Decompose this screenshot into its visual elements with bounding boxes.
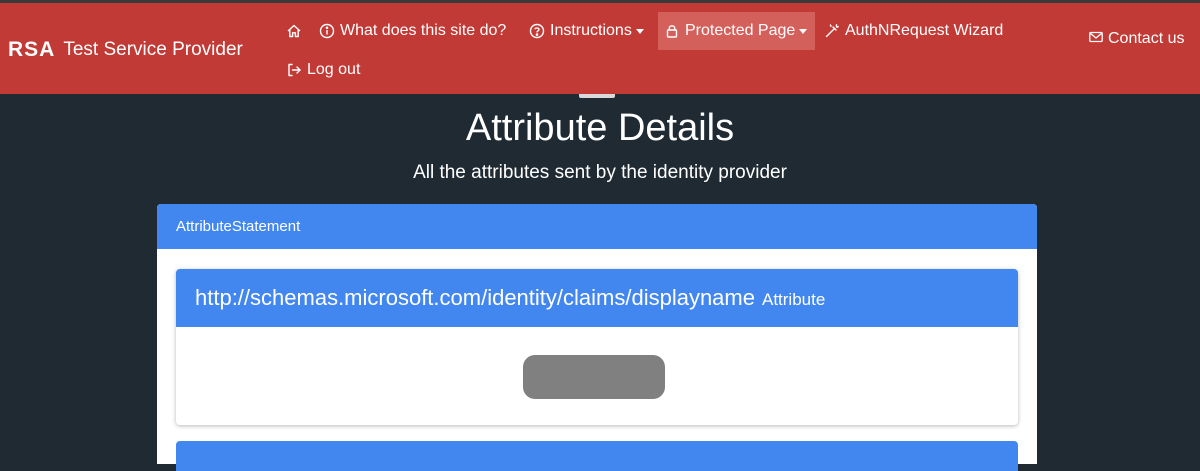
redacted-value <box>523 355 665 399</box>
page-subtitle: All the attributes sent by the identity … <box>0 160 1200 186</box>
nav-what-does-this-site-do[interactable]: What does this site do? <box>313 12 512 50</box>
top-navbar: RSA Test Service Provider What does this… <box>0 0 1200 94</box>
nav-label: AuthNRequest Wizard <box>845 22 1003 40</box>
nav-label: Protected Page <box>685 22 795 40</box>
attribute-suffix: Attribute <box>762 290 825 310</box>
nav-label: What does this site do? <box>340 22 506 40</box>
scroll-tab <box>579 94 615 98</box>
caret-down-icon <box>636 29 644 34</box>
nav-instructions[interactable]: Instructions <box>523 12 650 50</box>
nav-contact-us[interactable]: Contact us <box>1088 27 1188 50</box>
nav-label: Contact us <box>1108 30 1184 47</box>
lock-icon <box>664 23 680 39</box>
question-circle-icon <box>529 23 545 39</box>
attribute-card: http://schemas.microsoft.com/identity/cl… <box>176 269 1018 425</box>
info-circle-icon <box>319 23 335 39</box>
rsa-logo: RSA <box>8 37 55 63</box>
brand-name: Test Service Provider <box>63 37 243 63</box>
nav-log-out[interactable]: Log out <box>280 51 366 89</box>
nav-authnrequest-wizard[interactable]: AuthNRequest Wizard <box>818 12 1009 50</box>
attribute-card-header: http://schemas.microsoft.com/identity/cl… <box>176 269 1018 327</box>
nav-label: Log out <box>307 61 360 79</box>
caret-down-icon <box>799 29 807 34</box>
logout-icon <box>286 62 302 78</box>
home-icon <box>286 23 302 39</box>
nav-label: Instructions <box>550 22 632 40</box>
attribute-statement-card: AttributeStatement http://schemas.micros… <box>157 204 1037 464</box>
attribute-statement-header: AttributeStatement <box>157 204 1037 249</box>
nav-home[interactable] <box>280 12 313 50</box>
next-attribute-card-header <box>176 441 1018 471</box>
page-title: Attribute Details <box>0 104 1200 152</box>
magic-wand-icon <box>824 23 840 39</box>
envelope-icon <box>1088 29 1104 45</box>
attribute-name: http://schemas.microsoft.com/identity/cl… <box>195 285 755 311</box>
brand[interactable]: RSA Test Service Provider <box>8 37 243 63</box>
nav-protected-page[interactable]: Protected Page <box>658 12 815 50</box>
